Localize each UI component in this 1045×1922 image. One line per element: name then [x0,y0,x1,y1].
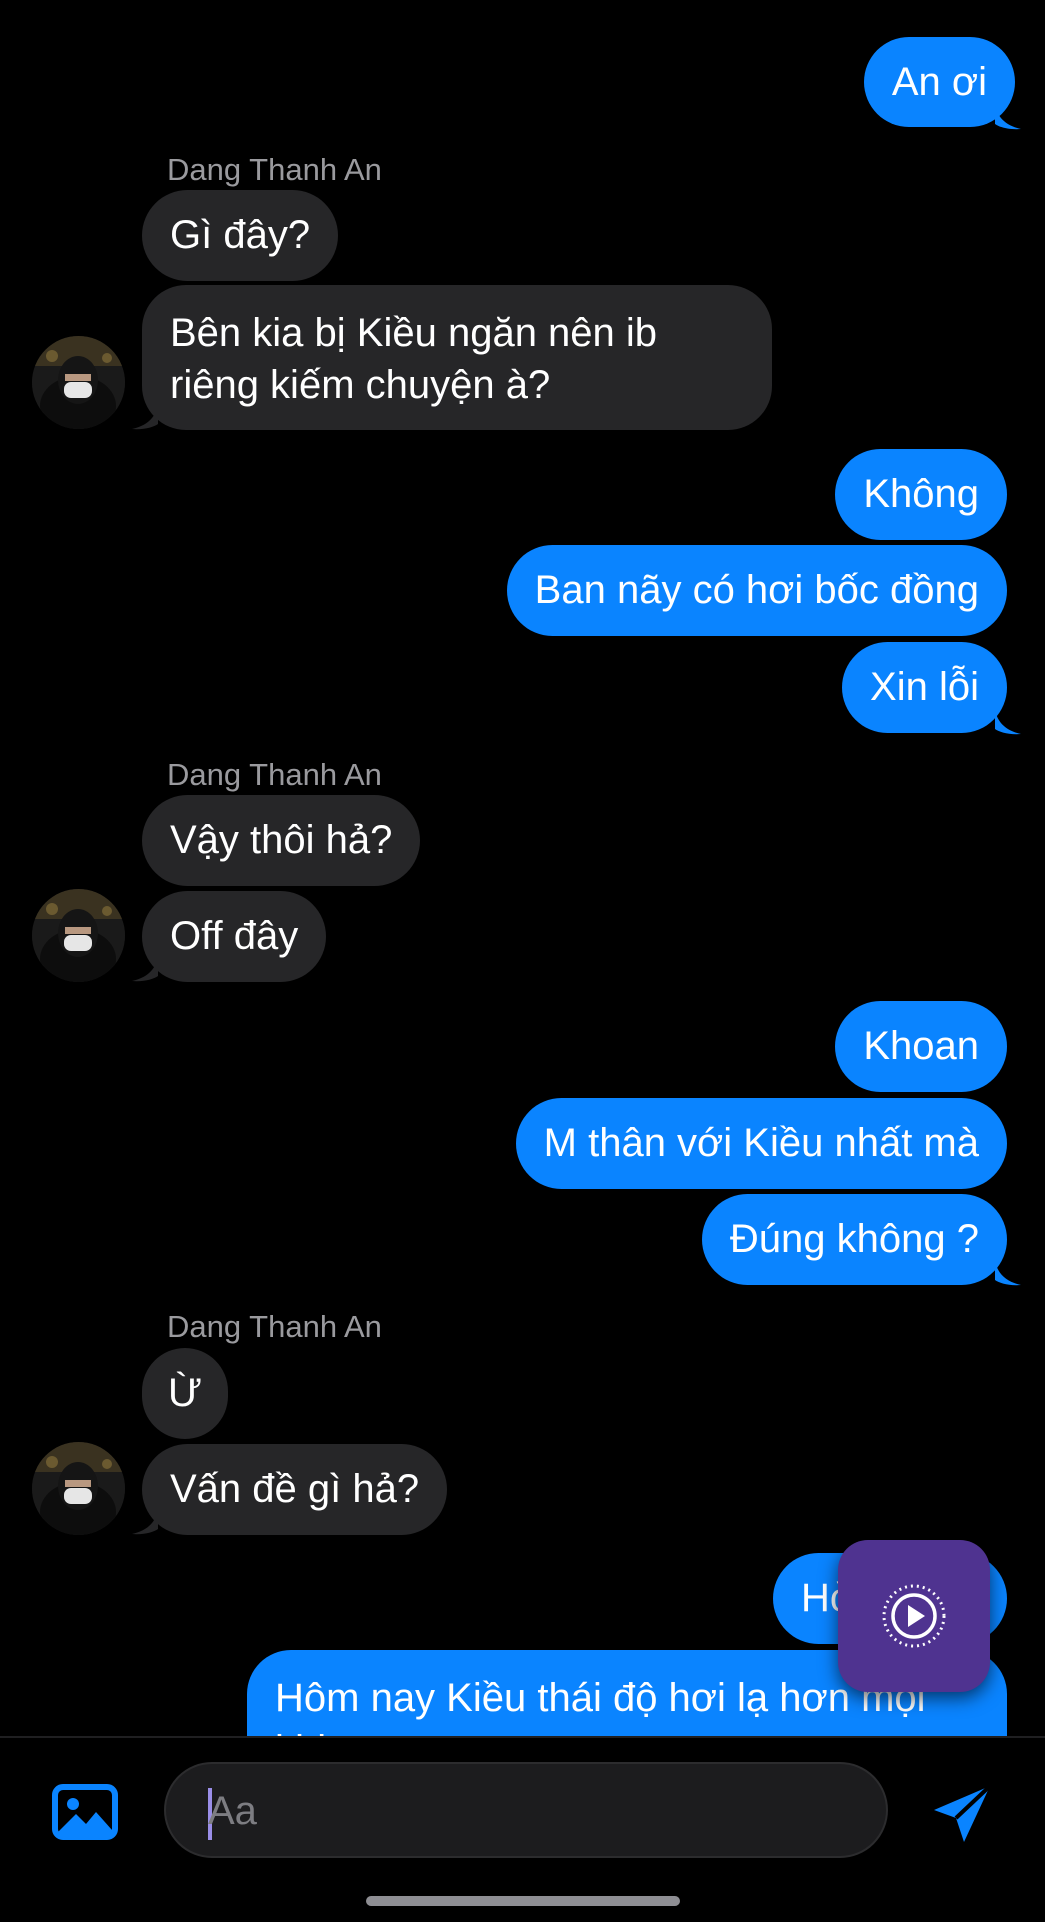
outgoing-message[interactable]: Không [835,449,1007,540]
message-input-box[interactable] [164,1762,888,1858]
bubble-tail [995,104,1021,130]
incoming-message[interactable]: Bên kia bị Kiều ngăn nên ib riêng kiếm c… [142,285,772,430]
sender-name: Dang Thanh An [167,152,382,187]
play-circle-icon [882,1584,946,1648]
contact-avatar[interactable] [32,889,125,982]
message-list[interactable]: An ơi Dang Thanh An Gì đây? Bên kia bị K… [0,0,1045,1736]
outgoing-message[interactable]: An ơi [863,37,1015,127]
incoming-message[interactable]: Off đây [142,891,327,982]
send-icon [934,1784,992,1842]
contact-avatar[interactable] [32,336,125,429]
incoming-message[interactable]: Vậy thôi hả? [142,795,421,886]
incoming-message[interactable]: Gì đây? [142,190,339,281]
bubble-tail [132,956,158,982]
sender-name: Dang Thanh An [167,757,382,792]
outgoing-message[interactable]: M thân với Kiều nhất mà [515,1098,1007,1189]
avatar-image [32,1442,125,1535]
bubble-tail [132,1509,158,1535]
home-indicator[interactable] [366,1896,680,1906]
image-icon [52,1784,118,1840]
send-button[interactable] [930,1782,994,1846]
avatar-image [32,336,125,429]
bubble-tail [995,1260,1021,1286]
sender-name: Dang Thanh An [167,1309,382,1344]
outgoing-message[interactable]: Đúng không ? [701,1194,1007,1285]
bubble-tail [132,404,158,430]
incoming-message[interactable]: Ừ [142,1348,229,1439]
outgoing-message[interactable]: Xin lỗi [842,642,1007,733]
outgoing-message[interactable]: Ban nãy có hơi bốc đồng [506,545,1007,636]
photo-button[interactable] [52,1784,118,1840]
message-input[interactable] [206,1764,850,1858]
composer-bar [0,1736,1045,1922]
contact-avatar[interactable] [32,1442,125,1535]
bubble-tail [995,709,1021,735]
incoming-message[interactable]: Vấn đề gì hả? [142,1444,448,1535]
avatar-image [32,889,125,982]
outgoing-message[interactable]: Khoan [835,1001,1007,1092]
play-button[interactable] [838,1540,990,1692]
